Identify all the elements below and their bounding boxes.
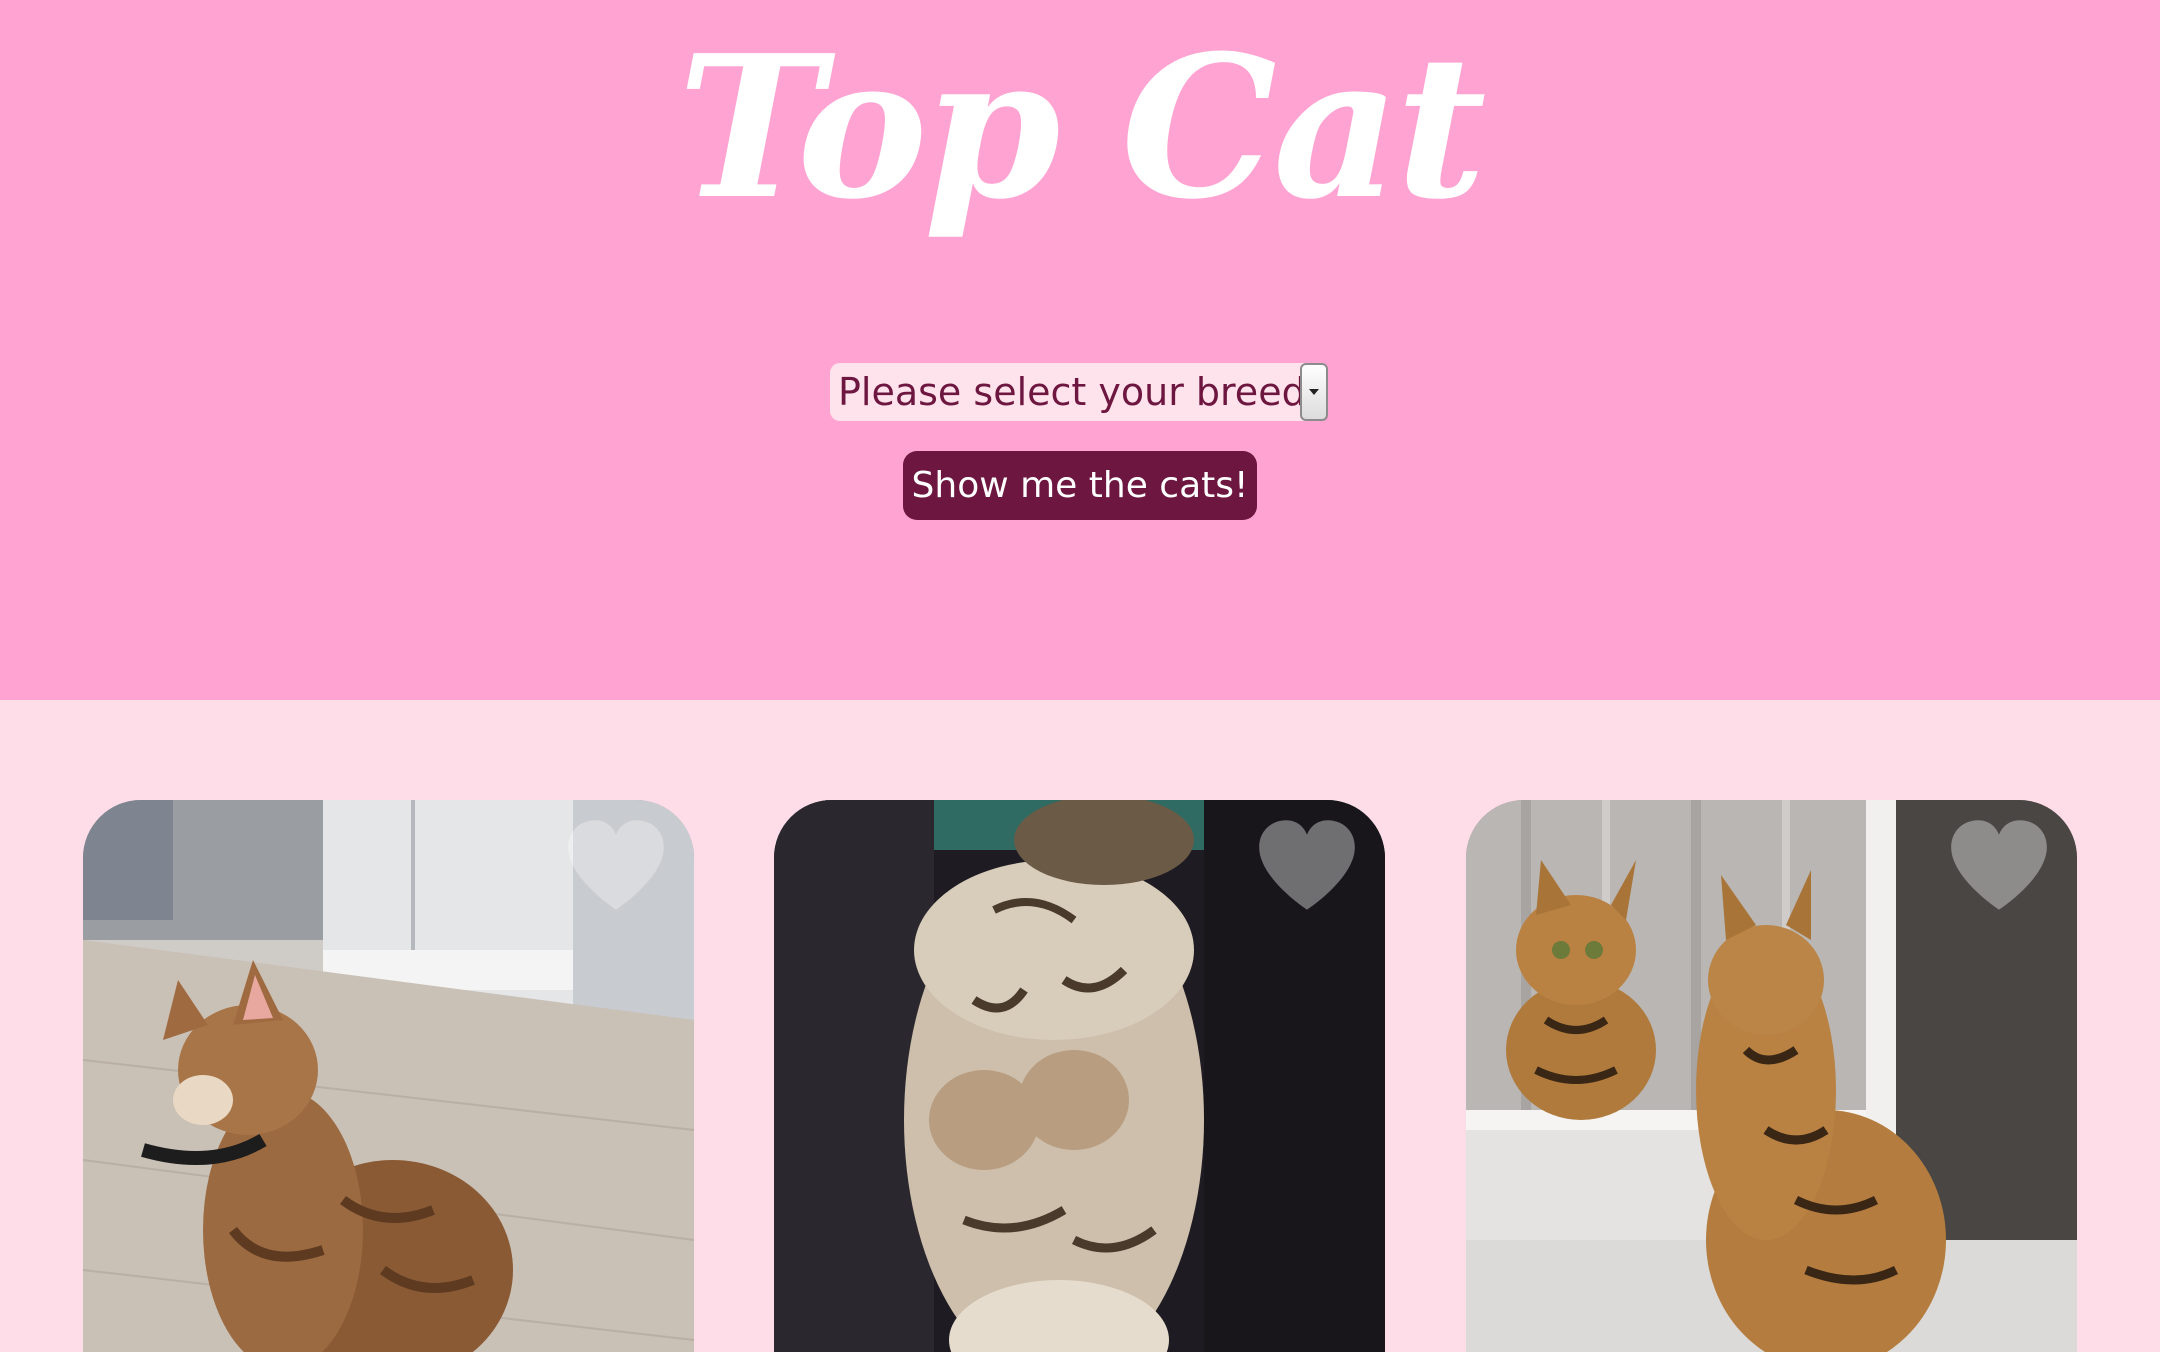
dropdown-toggle[interactable]	[1300, 363, 1328, 421]
heart-icon[interactable]	[564, 818, 668, 914]
breed-select[interactable]: Please select your breed	[830, 363, 1328, 421]
cat-card	[1466, 800, 2077, 1352]
header: Top Cat Please select your breed Show me…	[0, 0, 2160, 700]
site-title: Top Cat	[677, 13, 1487, 243]
breed-select-value: Please select your breed	[838, 370, 1306, 414]
cat-card	[774, 800, 1385, 1352]
show-cats-button[interactable]: Show me the cats!	[903, 451, 1257, 520]
heart-icon[interactable]	[1255, 818, 1359, 914]
chevron-down-icon	[1309, 389, 1319, 395]
cat-card	[83, 800, 694, 1352]
heart-icon[interactable]	[1947, 818, 2051, 914]
